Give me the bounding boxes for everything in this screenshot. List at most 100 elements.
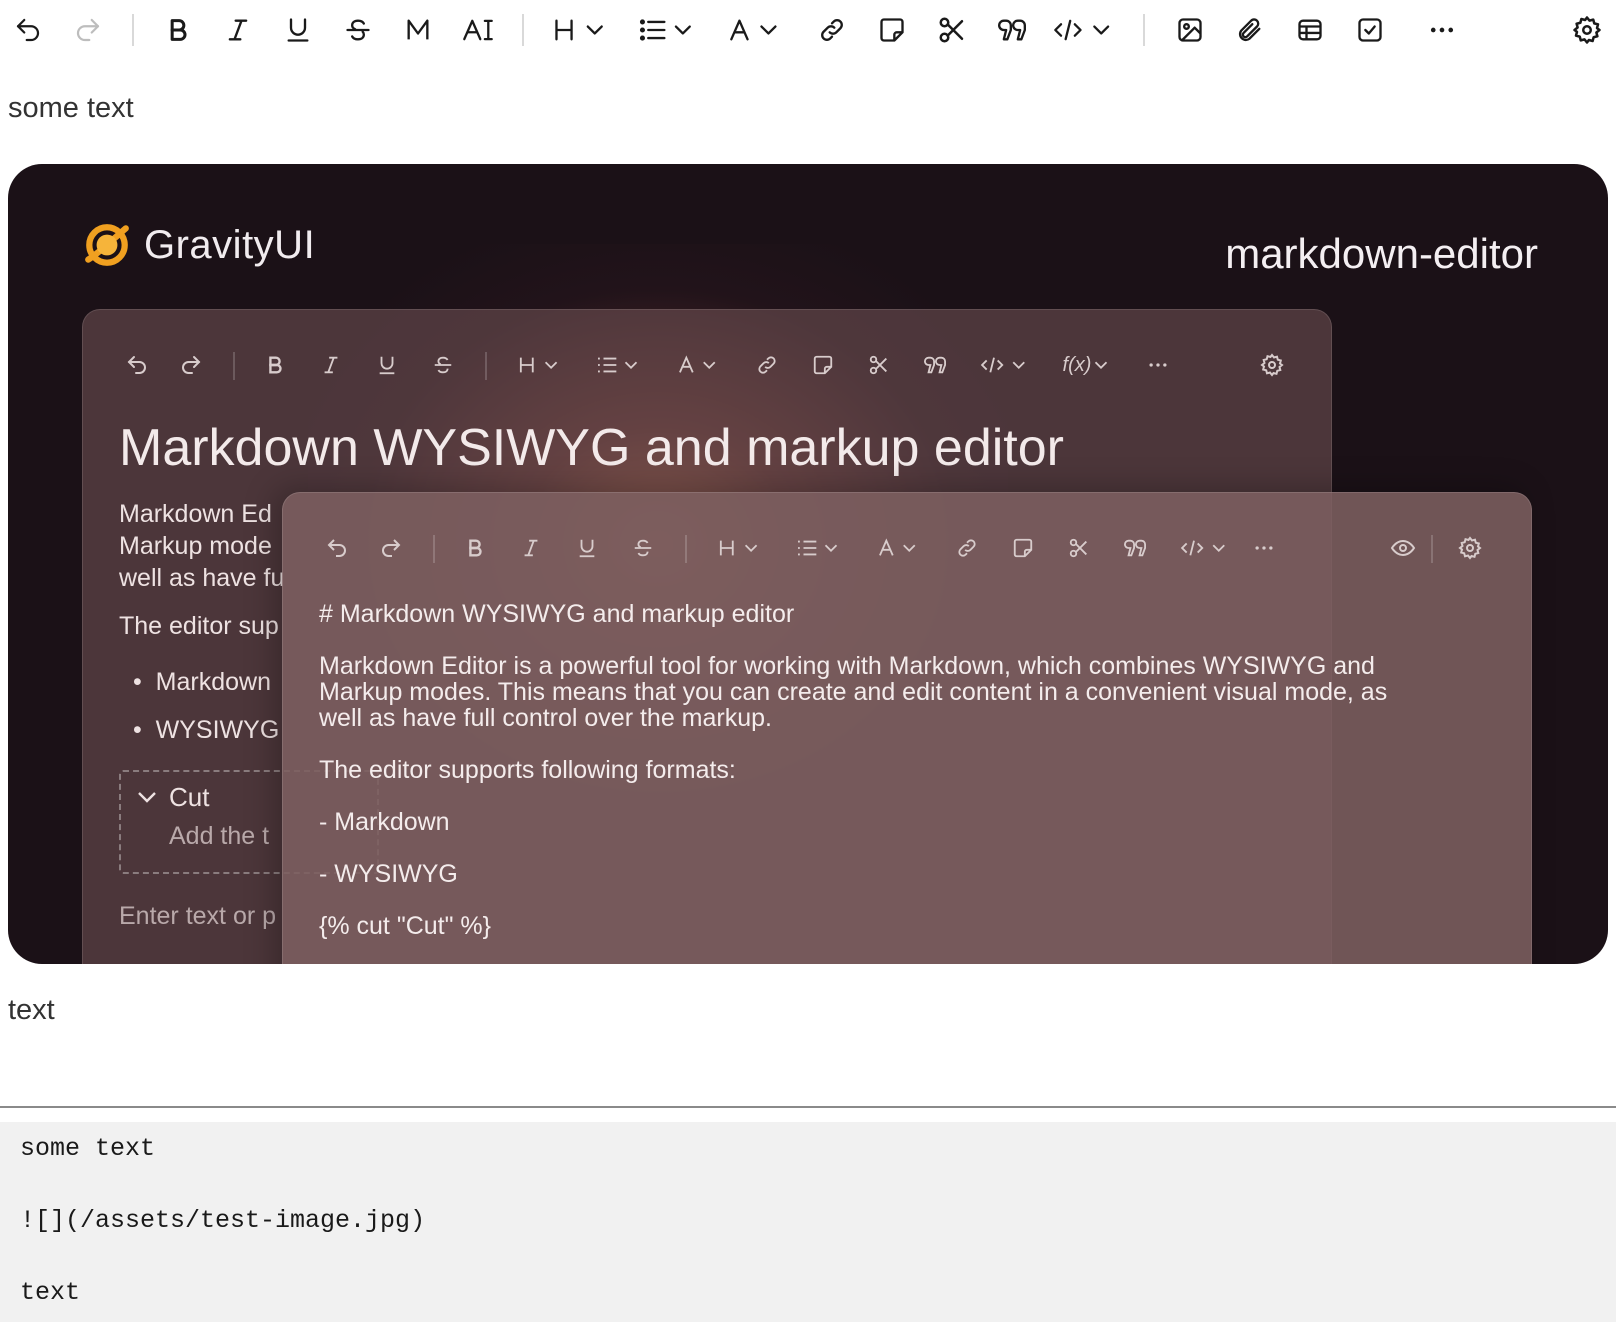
redo-icon[interactable]: [70, 10, 106, 50]
more-icon: [1249, 533, 1279, 563]
markup-line: {% cut "Cut" %}: [319, 912, 491, 940]
cut-icon: [1065, 533, 1093, 563]
markup-line: Markup modes. This means that you can cr…: [319, 678, 1388, 706]
more-icon[interactable]: [1422, 10, 1462, 50]
heading-dropdown[interactable]: [552, 10, 612, 50]
split-divider[interactable]: [0, 1106, 1616, 1108]
bold-icon[interactable]: [160, 10, 196, 50]
chevron-down-icon: [138, 792, 156, 803]
strikethrough-icon: [629, 533, 657, 563]
table-icon[interactable]: [1292, 10, 1328, 50]
link-icon[interactable]: [814, 10, 850, 50]
undo-icon: [123, 350, 151, 380]
cut-placeholder: Add the t: [169, 822, 270, 850]
italic-icon: [517, 533, 545, 563]
list-item-text: Markdown: [155, 668, 271, 696]
italic-icon: [317, 350, 345, 380]
paragraph-line: well as have fu: [119, 564, 285, 592]
toolbar-divider: [433, 535, 435, 563]
list-dropdown[interactable]: [638, 10, 700, 50]
list-item-text: WYSIWYG: [155, 716, 280, 744]
redo-icon: [177, 350, 205, 380]
toolbar-divider: [132, 14, 134, 46]
strikethrough-icon[interactable]: [340, 10, 376, 50]
toolbar-divider: [685, 535, 687, 563]
markup-line: # Markdown WYSIWYG and markup editor: [319, 600, 795, 628]
bold-icon: [261, 350, 289, 380]
link-icon: [953, 533, 981, 563]
italic-icon[interactable]: [220, 10, 256, 50]
source-line[interactable]: ![](/assets/test-image.jpg): [20, 1206, 425, 1235]
markup-line: - Markdown: [319, 808, 450, 836]
note-icon: [809, 350, 837, 380]
source-line[interactable]: some text: [20, 1134, 155, 1163]
editor-toolbar: [0, 0, 1616, 60]
text-color-dropdown: [675, 350, 727, 380]
toolbar-divider: [522, 14, 524, 46]
editor-placeholder: Enter text or p: [119, 902, 277, 930]
quote-icon: [1119, 533, 1151, 563]
text-color-dropdown[interactable]: [728, 10, 788, 50]
code-dropdown: [1177, 533, 1233, 563]
list-dropdown: [593, 350, 647, 380]
markup-line: well as have full control over the marku…: [319, 704, 772, 732]
gear-icon[interactable]: [1568, 10, 1606, 50]
toolbar-divider: [1431, 535, 1433, 563]
cut-icon[interactable]: [934, 10, 970, 50]
note-icon[interactable]: [874, 10, 910, 50]
underline-icon[interactable]: [280, 10, 316, 50]
list-item: • WYSIWYG: [133, 716, 280, 744]
paragraph-line: Markdown Ed: [119, 500, 272, 528]
list-dropdown: [793, 533, 847, 563]
link-icon: [753, 350, 781, 380]
paragraph-line: Markup mode: [119, 532, 272, 560]
toolbar-divider: [1143, 14, 1145, 46]
code-dropdown[interactable]: [1052, 10, 1116, 50]
document-title: Markdown WYSIWYG and markup editor: [119, 419, 1064, 477]
markup-line: Markdown Editor is a powerful tool for w…: [319, 652, 1375, 680]
underline-icon: [573, 533, 601, 563]
eye-icon: [1387, 533, 1419, 563]
markup-line: - WYSIWYG: [319, 860, 458, 888]
quote-icon[interactable]: [992, 10, 1032, 50]
cut-icon: [865, 350, 893, 380]
undo-icon: [323, 533, 351, 563]
paragraph[interactable]: text: [8, 994, 55, 1027]
cut-title: Cut: [169, 782, 210, 812]
strikethrough-icon: [429, 350, 457, 380]
heading-dropdown: [715, 533, 767, 563]
source-line[interactable]: text: [20, 1278, 80, 1307]
paragraph[interactable]: some text: [8, 92, 134, 125]
embedded-image[interactable]: GravityUI markdown-editor f(x) Markdown …: [8, 164, 1608, 964]
image-icon[interactable]: [1172, 10, 1208, 50]
attachment-icon[interactable]: [1232, 10, 1268, 50]
paragraph-line: The editor sup: [119, 612, 279, 640]
front-editor-panel: # Markdown WYSIWYG and markup editor Mar…: [282, 492, 1532, 964]
list-item: • Markdown: [133, 668, 271, 696]
gravity-logo-icon: [85, 224, 129, 266]
package-name: markdown-editor: [1225, 230, 1538, 277]
gear-icon: [1257, 350, 1287, 380]
formula-dropdown: f(x): [1059, 350, 1115, 380]
note-icon: [1009, 533, 1037, 563]
brand-name: GravityUI: [144, 222, 316, 267]
formula-icon: f(x): [1062, 353, 1092, 376]
text-color-dropdown: [875, 533, 927, 563]
underline-icon: [373, 350, 401, 380]
mark-icon[interactable]: [458, 10, 498, 50]
toolbar-divider: [485, 352, 487, 380]
redo-icon: [377, 533, 405, 563]
bold-icon: [461, 533, 489, 563]
markdown-source-panel[interactable]: some text ![](/assets/test-image.jpg) te…: [0, 1122, 1616, 1322]
undo-icon[interactable]: [10, 10, 46, 50]
monospace-icon[interactable]: [400, 10, 436, 50]
gear-icon: [1455, 533, 1485, 563]
code-dropdown: [977, 350, 1033, 380]
heading-dropdown: [515, 350, 567, 380]
quote-icon: [919, 350, 951, 380]
gravity-ui-logo: GravityUI: [82, 220, 315, 270]
toolbar-divider: [233, 352, 235, 380]
more-icon: [1143, 350, 1173, 380]
markup-line: The editor supports following formats:: [319, 756, 736, 784]
checkbox-icon[interactable]: [1352, 10, 1388, 50]
